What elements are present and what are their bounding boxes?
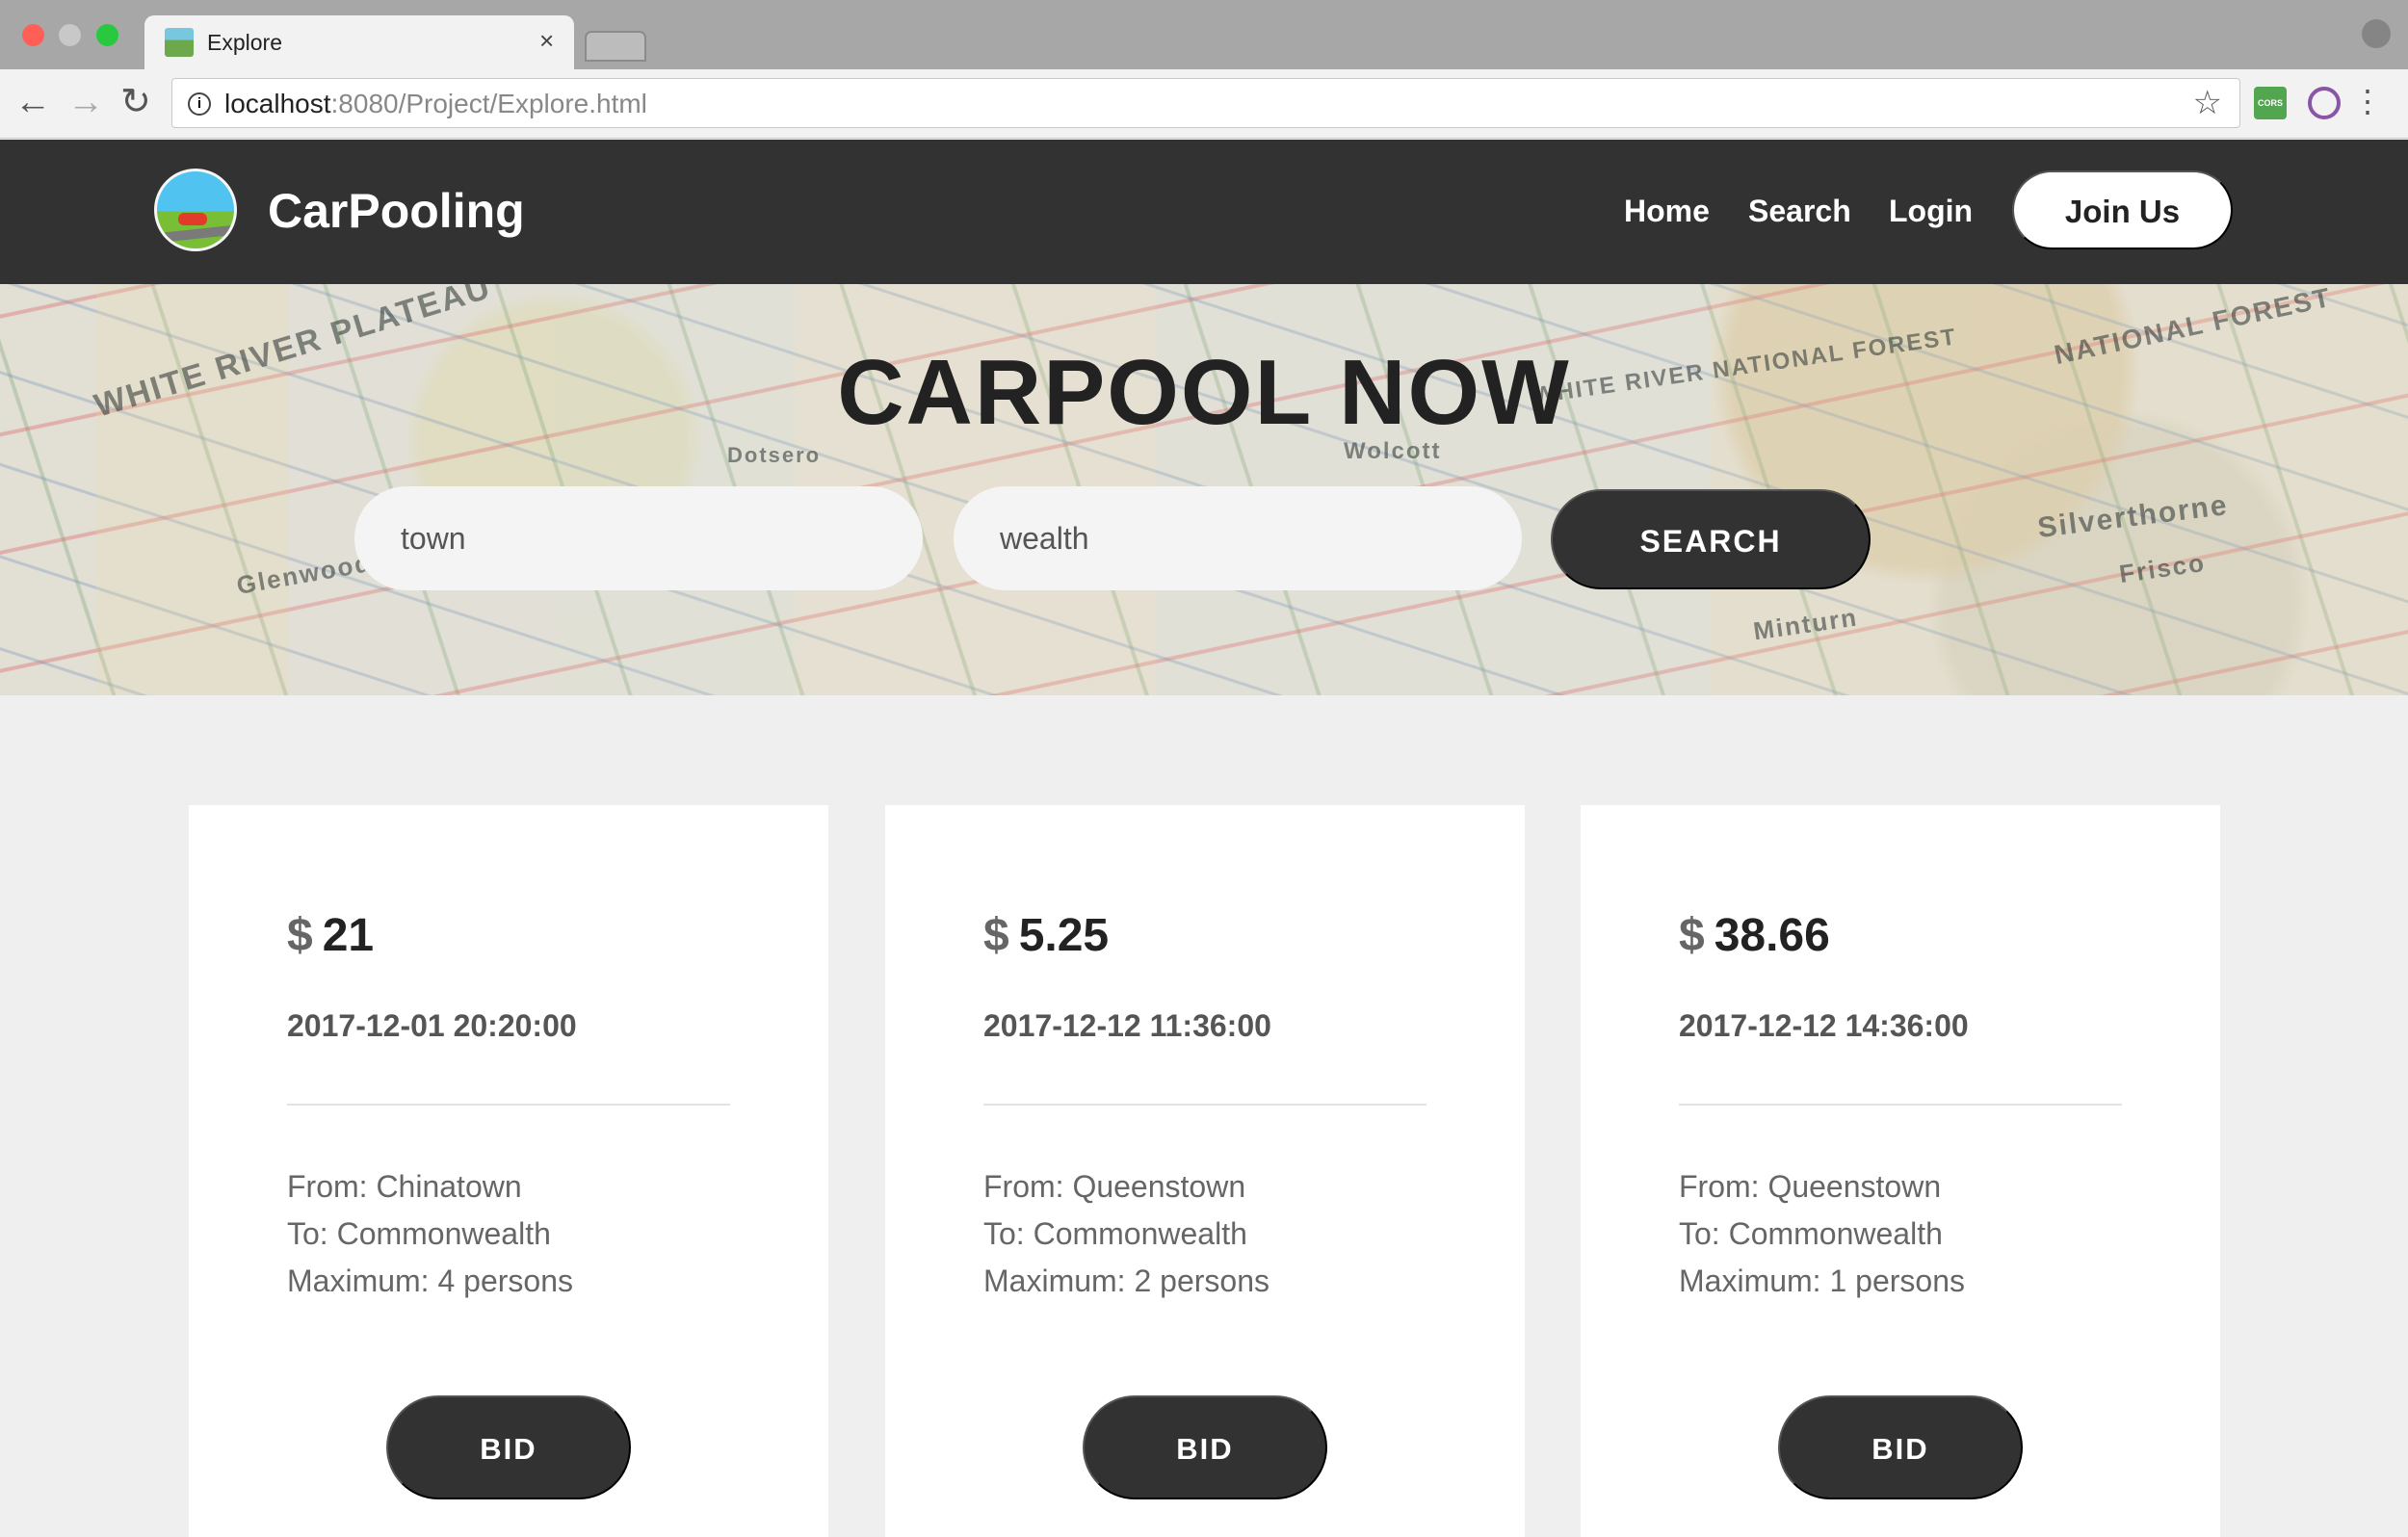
ride-date: 2017-12-01 20:20:00	[287, 1008, 577, 1043]
hero-title: CARPOOL NOW	[837, 341, 1571, 444]
brand-name[interactable]: CarPooling	[268, 183, 525, 239]
ride-from: From: Queenstown	[983, 1169, 1246, 1204]
tab-title: Explore	[207, 30, 282, 55]
card-divider	[287, 1104, 730, 1106]
nav-login[interactable]: Login	[1889, 194, 1973, 229]
carpooling-logo-icon[interactable]	[154, 169, 237, 251]
extension-icon[interactable]	[2308, 87, 2341, 119]
ride-price: $21	[287, 910, 375, 961]
search-button[interactable]: SEARCH	[1551, 489, 1871, 589]
info-icon[interactable]: i	[188, 92, 211, 116]
nav-search[interactable]: Search	[1748, 194, 1851, 229]
ride-to: To: Commonwealth	[1679, 1216, 1943, 1251]
address-bar[interactable]: i localhost:8080/Project/Explore.html ☆	[171, 78, 2240, 128]
tab-close-icon[interactable]: ×	[539, 26, 554, 56]
ride-card: $21 2017-12-01 20:20:00 From: Chinatown …	[189, 805, 828, 1537]
bookmark-star-icon[interactable]: ☆	[2193, 84, 2222, 122]
cors-extension-icon[interactable]: CORS	[2254, 87, 2287, 119]
ride-maximum: Maximum: 1 persons	[1679, 1263, 1965, 1298]
menu-dots-icon[interactable]: ⋮	[2352, 82, 2383, 120]
ride-to: To: Commonwealth	[983, 1216, 1247, 1251]
minimize-window-icon[interactable]	[59, 24, 81, 46]
close-window-icon[interactable]	[22, 24, 44, 46]
profile-icon[interactable]	[2362, 19, 2391, 48]
browser-tab-strip: Explore ×	[0, 0, 2408, 69]
ride-card: $5.25 2017-12-12 11:36:00 From: Queensto…	[885, 805, 1525, 1537]
nav-home[interactable]: Home	[1624, 194, 1710, 229]
hero-section: WHITE RIVER PLATEAU Dotsero Wolcott WHIT…	[0, 284, 2408, 695]
ride-card-list: $21 2017-12-01 20:20:00 From: Chinatown …	[0, 805, 2408, 1537]
ride-price: $5.25	[983, 910, 1110, 961]
ride-maximum: Maximum: 2 persons	[983, 1263, 1269, 1298]
dollar-icon: $	[983, 910, 1009, 961]
ride-date: 2017-12-12 14:36:00	[1679, 1008, 1969, 1043]
zoom-window-icon[interactable]	[96, 24, 118, 46]
ride-date: 2017-12-12 11:36:00	[983, 1008, 1271, 1043]
bid-button[interactable]: BID	[1083, 1395, 1327, 1499]
new-tab-button[interactable]	[585, 31, 646, 62]
browser-toolbar: ← → ↻ i localhost:8080/Project/Explore.h…	[0, 69, 2408, 139]
dollar-icon: $	[1679, 910, 1705, 961]
join-us-button[interactable]: Join Us	[2012, 170, 2233, 249]
reload-icon[interactable]: ↻	[120, 83, 151, 121]
card-divider	[983, 1104, 1426, 1106]
to-input[interactable]: wealth	[954, 486, 1522, 590]
forward-arrow-icon[interactable]: →	[67, 83, 104, 121]
from-input[interactable]: town	[354, 486, 923, 590]
ride-to: To: Commonwealth	[287, 1216, 551, 1251]
back-arrow-icon[interactable]: ←	[14, 83, 51, 121]
card-divider	[1679, 1104, 2122, 1106]
ride-price: $38.66	[1679, 910, 1830, 961]
site-navbar: CarPooling Home Search Login Join Us	[0, 140, 2408, 284]
carpool-favicon-icon	[165, 28, 194, 57]
ride-from: From: Chinatown	[287, 1169, 522, 1204]
bid-button[interactable]: BID	[386, 1395, 631, 1499]
ride-card: $38.66 2017-12-12 14:36:00 From: Queenst…	[1581, 805, 2220, 1537]
browser-tab-explore[interactable]: Explore ×	[144, 15, 574, 69]
ride-maximum: Maximum: 4 persons	[287, 1263, 573, 1298]
map-label: Dotsero	[727, 443, 822, 467]
dollar-icon: $	[287, 910, 313, 961]
url-text[interactable]: localhost:8080/Project/Explore.html	[224, 89, 647, 119]
bid-button[interactable]: BID	[1778, 1395, 2023, 1499]
ride-from: From: Queenstown	[1679, 1169, 1942, 1204]
